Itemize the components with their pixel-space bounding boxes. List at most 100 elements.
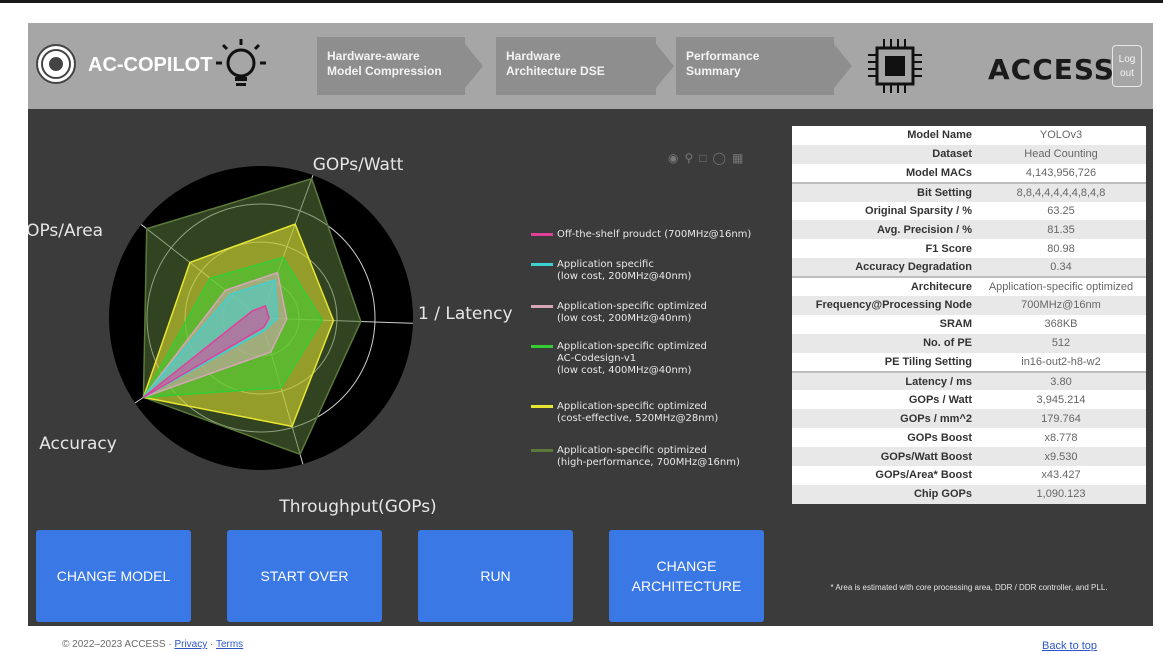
access-logo: ACCESS	[988, 53, 1115, 86]
lightbulb-icon	[214, 37, 268, 95]
table-row: Bit Setting 8,8,4,4,4,4,4,8,4,8	[792, 181, 1146, 202]
step-label: Hardware-aware Model Compression	[327, 49, 442, 78]
row-value: 3.80	[976, 370, 1146, 391]
row-label: Model MACs	[792, 163, 976, 183]
step-arrow-icon	[656, 44, 674, 88]
row-value: 512	[976, 333, 1146, 353]
terms-link[interactable]: Terms	[216, 639, 243, 650]
row-value: 0.34	[976, 258, 1146, 278]
legend-swatch	[531, 449, 553, 452]
table-row: PE Tiling Setting in16-out2-h8-w2	[792, 352, 1146, 372]
radar-axis-label: Accuracy	[39, 434, 117, 454]
table-row: Avg. Precision / % 81.35	[792, 220, 1146, 240]
table-row: SRAM 368KB	[792, 314, 1146, 334]
row-label: Dataset	[792, 144, 976, 164]
run-button[interactable]: RUN	[418, 530, 573, 622]
row-value: 4,143,956,726	[976, 163, 1146, 183]
row-label: No. of PE	[792, 333, 976, 353]
step-architecture-dse[interactable]: Hardware Architecture DSE	[496, 37, 656, 95]
row-value: x8.778	[976, 428, 1146, 448]
row-value: 179.764	[976, 409, 1146, 429]
row-label: GOPs/Area* Boost	[792, 466, 976, 485]
footer-separator: ·	[207, 639, 216, 650]
row-value: x9.530	[976, 447, 1146, 467]
logout-button[interactable]: Log out	[1112, 45, 1142, 87]
row-value: YOLOv3	[976, 126, 1146, 145]
row-label: PE Tiling Setting	[792, 352, 976, 372]
row-label: Bit Setting	[792, 181, 976, 202]
app-title: AC-COPILOT	[88, 54, 213, 76]
back-to-top-link[interactable]: Back to top	[1042, 640, 1097, 652]
table-row: GOPs / Watt 3,945.214	[792, 390, 1146, 410]
legend-swatch	[531, 233, 553, 236]
change-model-button[interactable]: CHANGE MODEL	[36, 530, 191, 622]
step-model-compression[interactable]: Hardware-aware Model Compression	[317, 37, 465, 95]
row-label: SRAM	[792, 314, 976, 334]
area-footnote: * Area is estimated with core processing…	[830, 583, 1108, 592]
row-value: 1,090.123	[976, 484, 1146, 504]
row-value: 368KB	[976, 314, 1146, 334]
step-arrow-icon	[465, 44, 483, 88]
table-row: GOPs Boost x8.778	[792, 428, 1146, 448]
table-row: Architecure Application-specific optimize…	[792, 276, 1146, 297]
row-label: Avg. Precision / %	[792, 220, 976, 240]
legend-swatch	[531, 263, 553, 266]
row-label: Frequency@Processing Node	[792, 296, 976, 315]
table-row: Chip GOPs 1,090.123	[792, 484, 1146, 504]
table-row: Latency / ms 3.80	[792, 370, 1146, 391]
row-value: 3,945.214	[976, 390, 1146, 410]
row-label: Architecure	[792, 276, 976, 297]
table-row: Original Sparsity / % 63.25	[792, 201, 1146, 221]
legend-label: Application-specific optimized AC-Codesi…	[557, 341, 707, 376]
row-label: F1 Score	[792, 239, 976, 259]
row-value: 63.25	[976, 201, 1146, 221]
table-row: Model Name YOLOv3	[792, 126, 1146, 145]
row-label: GOPs/Watt Boost	[792, 447, 976, 467]
row-label: GOPs / Watt	[792, 390, 976, 410]
row-label: Chip GOPs	[792, 484, 976, 504]
header-bar: AC-COPILOT Hardware-aware Model Compress…	[28, 23, 1153, 109]
legend-label: Application-specific optimized (cost-eff…	[557, 401, 719, 424]
table-row: Model MACs 4,143,956,726	[792, 163, 1146, 183]
top-border	[0, 0, 1163, 3]
change-architecture-button[interactable]: CHANGE ARCHITECTURE	[609, 530, 764, 622]
row-label: GOPs / mm^2	[792, 409, 976, 429]
table-row: Accuracy Degradation 0.34	[792, 258, 1146, 278]
radar-axis-label: 1 / Latency	[418, 304, 513, 324]
table-row: GOPs / mm^2 179.764	[792, 409, 1146, 429]
legend-label: Off-the-shelf proudct (700MHz@16nm)	[557, 229, 752, 240]
row-label: Model Name	[792, 126, 976, 145]
legend-label: Application-specific optimized (high-per…	[557, 445, 740, 468]
copyright-text: © 2022–2023 ACCESS ·	[62, 639, 175, 650]
row-value: 8,8,4,4,4,4,4,8,4,8	[976, 181, 1146, 202]
performance-table: Model Name YOLOv3 Dataset Head Counting Mode…	[792, 126, 1146, 504]
step-label: Hardware Architecture DSE	[506, 49, 605, 78]
seal-logo-icon	[36, 44, 76, 84]
radar-axis-label: Throughput(GOPs)	[278, 497, 436, 517]
legend-swatch	[531, 345, 553, 348]
footer-copyright: © 2022–2023 ACCESS · Privacy · Terms	[62, 639, 243, 650]
chip-icon	[864, 35, 926, 97]
row-value: in16-out2-h8-w2	[976, 352, 1146, 372]
row-value: Head Counting	[976, 144, 1146, 164]
start-over-button[interactable]: START OVER	[227, 530, 382, 622]
row-value: Application-specific optimized	[976, 276, 1146, 297]
legend-swatch	[531, 305, 553, 308]
privacy-link[interactable]: Privacy	[174, 639, 207, 650]
table-row: No. of PE 512	[792, 333, 1146, 353]
row-label: Original Sparsity / %	[792, 201, 976, 221]
radar-chart: GOPs/Watt 1 / Latency Throughput(GOPs) Accu…	[28, 155, 513, 517]
table-row: F1 Score 80.98	[792, 239, 1146, 259]
radar-axis-label: GOPs/Area	[28, 221, 103, 241]
row-label: GOPs Boost	[792, 428, 976, 448]
step-arrow-icon	[834, 44, 852, 88]
legend-label: Application specific (low cost, 200MHz@4…	[557, 259, 692, 282]
app-panel: AC-COPILOT Hardware-aware Model Compress…	[28, 23, 1153, 626]
step-label: Performance Summary	[686, 49, 760, 78]
table-row: Frequency@Processing Node 700MHz@16nm	[792, 296, 1146, 315]
step-performance-summary[interactable]: Performance Summary	[676, 37, 834, 95]
row-label: Latency / ms	[792, 370, 976, 391]
row-value: 80.98	[976, 239, 1146, 259]
radar-axis-label: GOPs/Watt	[313, 155, 404, 175]
legend-swatch	[531, 405, 553, 408]
